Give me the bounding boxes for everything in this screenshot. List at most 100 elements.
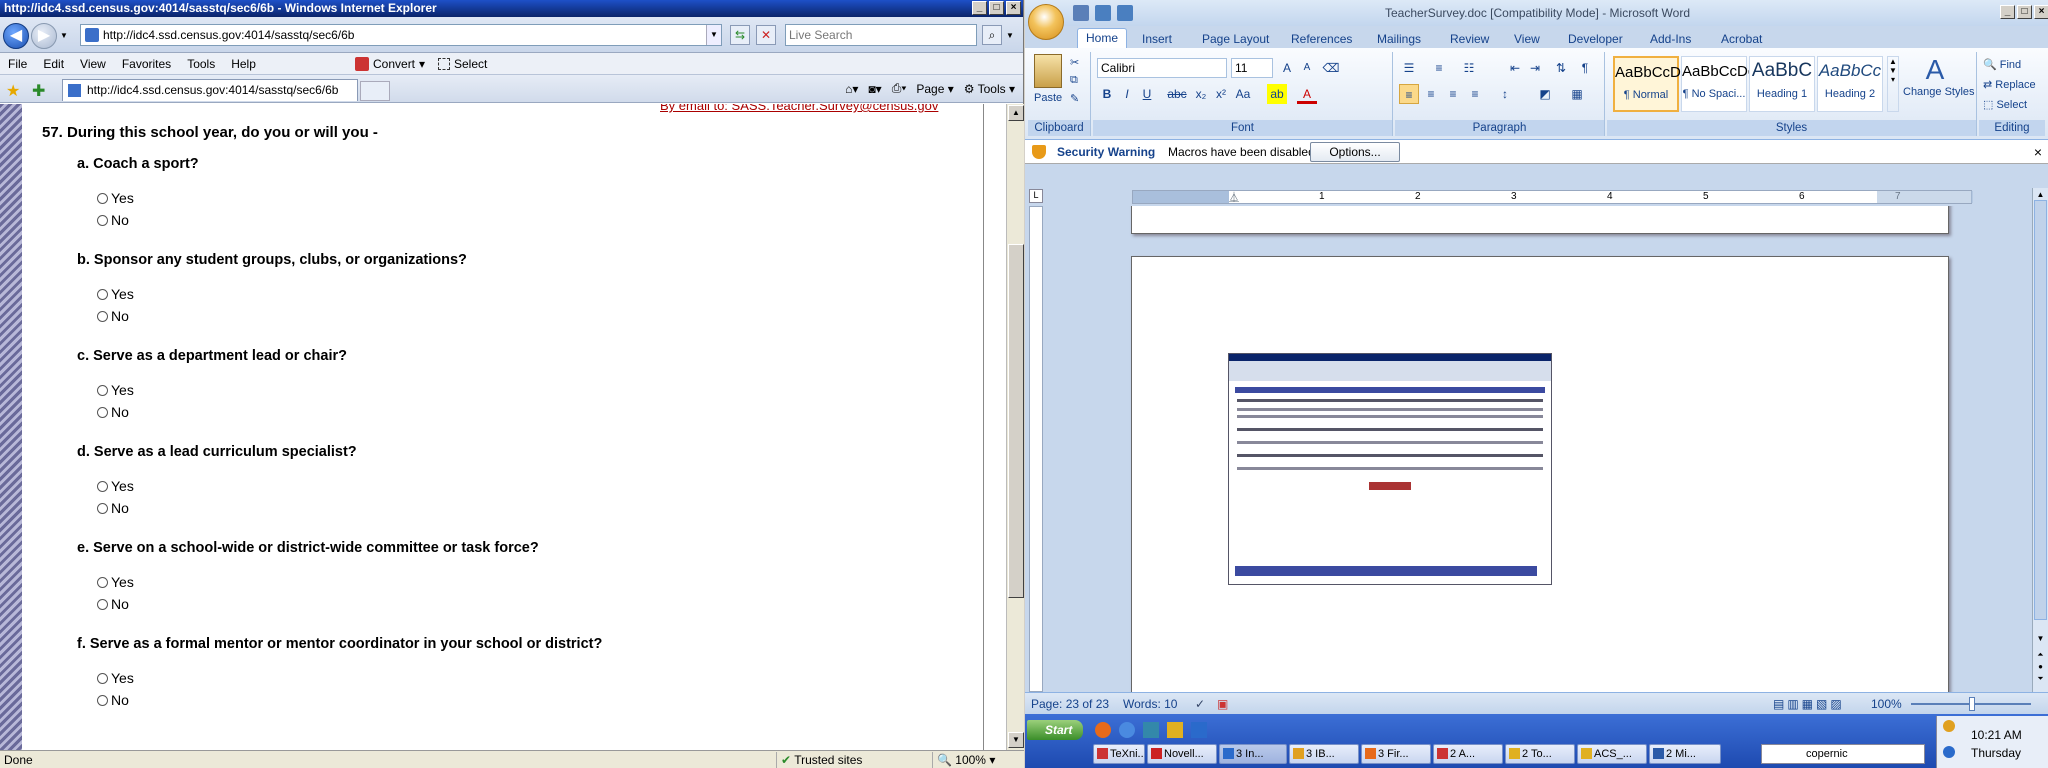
app-icon[interactable] xyxy=(1143,722,1159,738)
radio-button[interactable] xyxy=(97,384,108,396)
borders-icon[interactable]: ▦ xyxy=(1567,84,1587,104)
radio-button[interactable] xyxy=(97,192,108,204)
convert-button[interactable]: Convert ▾ xyxy=(355,56,425,71)
print-icon[interactable]: ⎙▾ xyxy=(892,81,907,96)
taskbar-button-to[interactable]: 2 To... xyxy=(1505,744,1575,764)
tray-icon[interactable] xyxy=(1943,720,1955,732)
radio-button[interactable] xyxy=(97,480,108,492)
menu-view[interactable]: View xyxy=(72,57,114,71)
item-f-yes[interactable]: Yes xyxy=(97,670,134,686)
radio-button[interactable] xyxy=(97,214,108,226)
page-scrollbar[interactable]: ▲ ▼ xyxy=(1006,104,1024,750)
tab-mailings[interactable]: Mailings xyxy=(1377,30,1421,48)
word-maximize-button[interactable]: □ xyxy=(2017,5,2032,19)
tab-home[interactable]: Home xyxy=(1077,28,1128,48)
underline-icon[interactable]: U xyxy=(1137,84,1157,104)
find-button[interactable]: 🔍 Find xyxy=(1983,58,2021,71)
superscript-icon[interactable]: x² xyxy=(1211,84,1231,104)
history-dropdown-icon[interactable]: ▼ xyxy=(60,31,68,40)
align-center-icon[interactable]: ≡ xyxy=(1421,84,1441,104)
clear-formatting-icon[interactable]: ⌫ xyxy=(1321,58,1341,78)
font-size-box[interactable]: 11 xyxy=(1231,58,1273,78)
radio-button[interactable] xyxy=(97,406,108,418)
close-warning-icon[interactable]: × xyxy=(2034,140,2042,164)
partial-email-link[interactable]: By email to: SASS.Teacher.Survey@census.… xyxy=(660,104,938,113)
bullets-icon[interactable]: ☰ xyxy=(1399,58,1419,78)
zoom-control[interactable]: 🔍 100% ▾ xyxy=(932,752,1024,768)
view-buttons[interactable]: ▤▥▦▧▨ xyxy=(1773,693,1845,715)
format-painter-icon[interactable]: ✎ xyxy=(1070,92,1079,105)
font-name-box[interactable]: Calibri xyxy=(1097,58,1227,78)
font-color-icon[interactable]: A xyxy=(1297,84,1317,104)
macro-record-icon[interactable]: ▣ xyxy=(1217,693,1228,715)
security-options-button[interactable]: Options... xyxy=(1310,142,1400,162)
item-b-yes[interactable]: Yes xyxy=(97,286,134,302)
radio-button[interactable] xyxy=(97,576,108,588)
save-icon[interactable] xyxy=(1073,5,1089,21)
align-right-icon[interactable]: ≡ xyxy=(1443,84,1463,104)
security-zone[interactable]: ✔ Trusted sites xyxy=(776,752,932,768)
new-tab-button[interactable] xyxy=(360,81,390,101)
radio-button[interactable] xyxy=(97,288,108,300)
taskbar-button-texnicenter[interactable]: TeXni... xyxy=(1093,744,1145,764)
style-heading-2[interactable]: AaBbCc Heading 2 xyxy=(1817,56,1883,112)
search-icon[interactable]: ⌕ xyxy=(982,25,1002,45)
forward-button[interactable]: ▶ xyxy=(31,23,57,49)
page-menu-button[interactable]: Page ▾ xyxy=(916,82,953,96)
undo-icon[interactable] xyxy=(1095,5,1111,21)
taskbar-button-ib[interactable]: 3 IB... xyxy=(1289,744,1359,764)
radio-button[interactable] xyxy=(97,598,108,610)
copy-icon[interactable]: ⧉ xyxy=(1070,74,1078,87)
grow-font-icon[interactable]: A xyxy=(1277,58,1297,78)
close-button[interactable]: × xyxy=(1006,1,1021,15)
shading-icon[interactable]: ◩ xyxy=(1535,84,1555,104)
item-b-no[interactable]: No xyxy=(97,308,129,324)
home-icon[interactable]: ⌂▾ xyxy=(845,82,858,96)
item-d-no[interactable]: No xyxy=(97,500,129,516)
tab-selector-icon[interactable]: L xyxy=(1029,189,1043,203)
change-case-icon[interactable]: Aa xyxy=(1233,84,1253,104)
taskbar-button-ie[interactable]: 3 In... xyxy=(1219,744,1287,764)
tab-view[interactable]: View xyxy=(1514,30,1540,48)
radio-button[interactable] xyxy=(97,672,108,684)
justify-icon[interactable]: ≡ xyxy=(1465,84,1485,104)
style-heading-1[interactable]: AaBbC Heading 1 xyxy=(1749,56,1815,112)
favorites-star-icon[interactable]: ★ xyxy=(6,81,20,101)
word-scroll-down-icon[interactable]: ▼ xyxy=(2034,634,2047,648)
taskbar-search-input[interactable]: copernic xyxy=(1761,744,1925,764)
zoom-level[interactable]: 100% xyxy=(1871,693,1902,715)
decrease-indent-icon[interactable]: ⇤ xyxy=(1505,58,1525,78)
styles-scroll-icon[interactable]: ▲ ▼ ▾ xyxy=(1887,56,1899,112)
tab-review[interactable]: Review xyxy=(1450,30,1489,48)
line-spacing-icon[interactable]: ↕ xyxy=(1495,84,1515,104)
maximize-button[interactable]: □ xyxy=(989,1,1004,15)
multilevel-list-icon[interactable]: ☷ xyxy=(1459,58,1479,78)
tab-page-layout[interactable]: Page Layout xyxy=(1202,30,1269,48)
menu-edit[interactable]: Edit xyxy=(35,57,72,71)
address-dropdown-icon[interactable]: ▼ xyxy=(706,25,721,45)
select-edit-button[interactable]: ⬚ Select xyxy=(1983,98,2027,111)
minimize-button[interactable]: _ xyxy=(972,1,987,15)
paste-icon[interactable] xyxy=(1034,54,1062,88)
word-vertical-scrollbar[interactable]: ▲ ▼ ⏶ ● ⏷ xyxy=(2032,188,2048,692)
item-e-no[interactable]: No xyxy=(97,596,129,612)
vertical-ruler[interactable] xyxy=(1029,206,1043,692)
tab-references[interactable]: References xyxy=(1291,30,1352,48)
italic-icon[interactable]: I xyxy=(1117,84,1137,104)
strikethrough-icon[interactable]: abc xyxy=(1167,84,1187,104)
show-formatting-icon[interactable]: ¶ xyxy=(1575,58,1595,78)
ie-icon[interactable] xyxy=(1191,722,1207,738)
embedded-screenshot-image[interactable] xyxy=(1228,353,1552,585)
numbering-icon[interactable]: ≡ xyxy=(1429,58,1449,78)
subscript-icon[interactable]: x₂ xyxy=(1191,84,1211,104)
browser-icon[interactable] xyxy=(1119,722,1135,738)
replace-button[interactable]: ⇄ Replace xyxy=(1983,78,2036,91)
change-styles-button[interactable]: A Change Styles xyxy=(1903,54,1975,116)
sort-icon[interactable]: ⇅ xyxy=(1551,58,1571,78)
radio-button[interactable] xyxy=(97,694,108,706)
item-d-yes[interactable]: Yes xyxy=(97,478,134,494)
increase-indent-icon[interactable]: ⇥ xyxy=(1525,58,1545,78)
back-button[interactable]: ◀ xyxy=(3,23,29,49)
tab-developer[interactable]: Developer xyxy=(1568,30,1623,48)
horizontal-ruler[interactable]: L ⏅ 1 2 3 4 5 6 7 xyxy=(1025,188,2048,206)
